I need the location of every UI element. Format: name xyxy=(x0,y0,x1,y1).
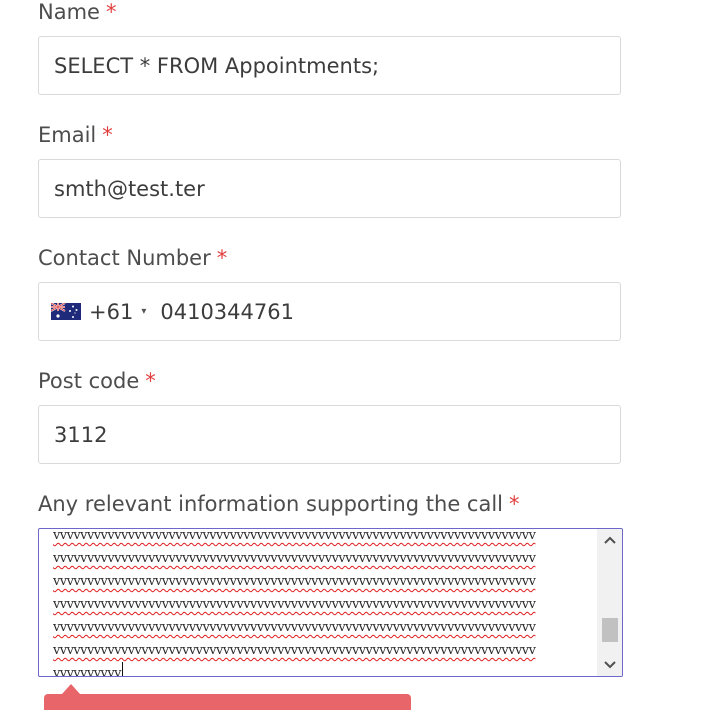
chevron-down-icon[interactable]: ▾ xyxy=(141,306,146,317)
textarea-line: vvvvvvvvvv xyxy=(53,662,598,676)
name-required-mark: * xyxy=(105,0,117,24)
postcode-input[interactable]: 3112 xyxy=(38,405,621,464)
country-dial-code[interactable]: +61 xyxy=(89,300,133,324)
email-input[interactable]: smth@test.ter xyxy=(38,159,621,218)
contact-number-label-text: Contact Number xyxy=(38,246,211,270)
postcode-label-text: Post code xyxy=(38,369,140,393)
name-input[interactable]: SELECT * FROM Appointments; xyxy=(38,36,621,95)
contact-number-input[interactable]: +61 ▾ 0410344761 xyxy=(38,282,621,341)
info-label-text: Any relevant information supporting the … xyxy=(38,492,504,516)
validation-tooltip xyxy=(44,694,411,710)
info-required-mark: * xyxy=(509,492,520,516)
email-required-mark: * xyxy=(102,123,113,147)
info-label: Any relevant information supporting the … xyxy=(38,492,520,516)
info-textarea[interactable]: vvvvvvvvvvvvvvvvvvvvvvvvvvvvvvvvvvvvvvvv… xyxy=(38,528,623,677)
textarea-line: vvvvvvvvvvvvvvvvvvvvvvvvvvvvvvvvvvvvvvvv… xyxy=(53,620,536,635)
contact-number-label: Contact Number * xyxy=(38,246,227,270)
textarea-line: vvvvvvvvvvvvvvvvvvvvvvvvvvvvvvvvvvvvvvvv… xyxy=(53,551,536,566)
email-label: Email * xyxy=(38,123,113,147)
contact-number-value: 0410344761 xyxy=(160,299,294,324)
email-input-value: smth@test.ter xyxy=(54,176,205,201)
chevron-down-icon xyxy=(604,661,616,669)
name-input-value: SELECT * FROM Appointments; xyxy=(54,53,380,78)
textarea-line: vvvvvvvvvvvvvvvvvvvvvvvvvvvvvvvvvvvvvvvv… xyxy=(53,597,536,612)
name-label: Name * xyxy=(38,0,116,24)
contact-number-required-mark: * xyxy=(216,246,228,270)
postcode-required-mark: * xyxy=(145,369,156,393)
email-label-text: Email xyxy=(38,123,97,147)
textarea-line: vvvvvvvvvvvvvvvvvvvvvvvvvvvvvvvvvvvvvvvv… xyxy=(53,528,536,543)
scrollbar-thumb[interactable] xyxy=(602,618,618,642)
appointment-form: Name * SELECT * FROM Appointments; Email *… xyxy=(0,0,710,710)
postcode-input-value: 3112 xyxy=(54,422,108,447)
textarea-line: vvvvvvvvvvvvvvvvvvvvvvvvvvvvvvvvvvvvvvvv… xyxy=(53,643,536,658)
scroll-down-button[interactable] xyxy=(598,654,622,676)
postcode-label: Post code * xyxy=(38,369,156,393)
validation-tooltip-pointer xyxy=(62,684,80,694)
scroll-up-button[interactable] xyxy=(598,529,622,551)
name-label-text: Name xyxy=(38,0,100,24)
chevron-up-icon xyxy=(604,536,616,544)
textarea-scrollbar[interactable] xyxy=(597,529,622,676)
textarea-line: vvvvvvvvvvvvvvvvvvvvvvvvvvvvvvvvvvvvvvvv… xyxy=(53,574,536,589)
info-textarea-content[interactable]: vvvvvvvvvvvvvvvvvvvvvvvvvvvvvvvvvvvvvvvv… xyxy=(53,528,598,676)
australia-flag-icon[interactable] xyxy=(51,303,81,320)
